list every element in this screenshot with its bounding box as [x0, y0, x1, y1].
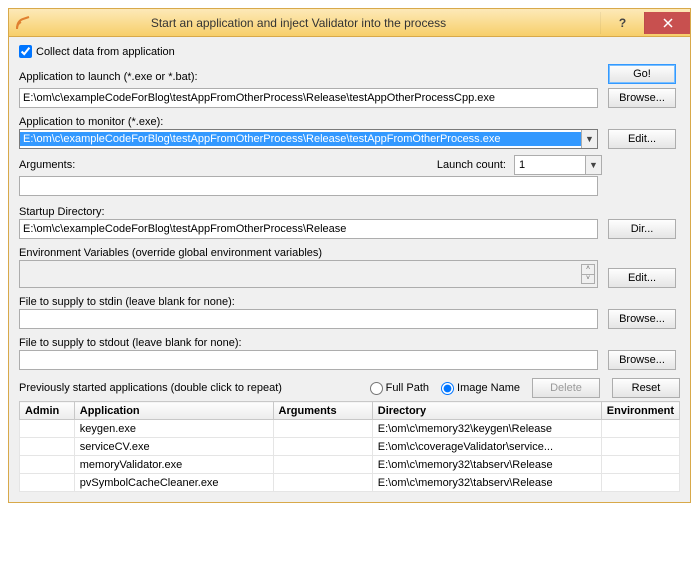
- delete-button: Delete: [532, 378, 600, 398]
- chevron-down-icon[interactable]: ˅: [581, 274, 595, 284]
- arguments-input[interactable]: [19, 176, 598, 196]
- stdin-input[interactable]: [19, 309, 598, 329]
- path-radio-group: Full Path Image Name: [370, 382, 520, 395]
- fullpath-radio-label: Full Path: [386, 382, 429, 394]
- client-area: Collect data from application Applicatio…: [9, 37, 690, 502]
- chevron-down-icon[interactable]: ▼: [581, 130, 597, 148]
- table-row[interactable]: serviceCV.exe E:\om\c\coverageValidator\s…: [20, 438, 680, 456]
- stdout-label: File to supply to stdout (leave blank fo…: [19, 337, 680, 349]
- col-arguments[interactable]: Arguments: [273, 402, 372, 420]
- env-label: Environment Variables (override global e…: [19, 247, 680, 259]
- prev-apps-label: Previously started applications (double …: [19, 382, 282, 394]
- chevron-down-icon[interactable]: ▼: [585, 156, 601, 174]
- col-application[interactable]: Application: [74, 402, 273, 420]
- cell-args: [273, 474, 372, 492]
- cell-dir: E:\om\c\coverageValidator\service...: [372, 438, 601, 456]
- go-button[interactable]: Go!: [608, 64, 676, 84]
- table-row[interactable]: memoryValidator.exe E:\om\c\memory32\tabs…: [20, 456, 680, 474]
- cell-dir: E:\om\c\memory32\keygen\Release: [372, 420, 601, 438]
- app-monitor-label: Application to monitor (*.exe):: [19, 116, 680, 128]
- env-variables-box[interactable]: ˄ ˅: [19, 260, 598, 288]
- edit-monitor-button[interactable]: Edit...: [608, 129, 676, 149]
- table-row[interactable]: keygen.exe E:\om\c\memory32\keygen\Releas…: [20, 420, 680, 438]
- stdout-input[interactable]: [19, 350, 598, 370]
- app-monitor-combo[interactable]: E:\om\c\exampleCodeForBlog\testAppFromOt…: [19, 129, 598, 149]
- startup-dir-input[interactable]: [19, 219, 598, 239]
- dialog-window: Start an application and inject Validato…: [8, 8, 691, 503]
- stdin-label: File to supply to stdin (leave blank for…: [19, 296, 680, 308]
- table-header-row: Admin Application Arguments Directory En…: [20, 402, 680, 420]
- prev-apps-table[interactable]: Admin Application Arguments Directory En…: [19, 401, 680, 492]
- col-environment[interactable]: Environment: [601, 402, 679, 420]
- cell-app: pvSymbolCacheCleaner.exe: [74, 474, 273, 492]
- app-launch-label: Application to launch (*.exe or *.bat):: [19, 71, 598, 83]
- titlebar: Start an application and inject Validato…: [9, 9, 690, 37]
- imagename-radio-label: Image Name: [457, 382, 520, 394]
- cell-app: keygen.exe: [74, 420, 273, 438]
- cell-env: [601, 474, 679, 492]
- cell-dir: E:\om\c\memory32\tabserv\Release: [372, 456, 601, 474]
- col-admin[interactable]: Admin: [20, 402, 75, 420]
- cell-args: [273, 420, 372, 438]
- app-monitor-value: E:\om\c\exampleCodeForBlog\testAppFromOt…: [20, 132, 581, 146]
- edit-env-button[interactable]: Edit...: [608, 268, 676, 288]
- cell-admin: [20, 456, 75, 474]
- app-launch-input[interactable]: [19, 88, 598, 108]
- startup-dir-label: Startup Directory:: [19, 206, 680, 218]
- col-directory[interactable]: Directory: [372, 402, 601, 420]
- cell-env: [601, 456, 679, 474]
- cell-admin: [20, 420, 75, 438]
- browse-stdin-button[interactable]: Browse...: [608, 309, 676, 329]
- cell-args: [273, 456, 372, 474]
- fullpath-radio[interactable]: [370, 382, 383, 395]
- cell-admin: [20, 474, 75, 492]
- app-icon: [15, 15, 31, 31]
- collect-data-label: Collect data from application: [36, 46, 175, 58]
- help-button[interactable]: ?: [600, 12, 644, 34]
- cell-app: memoryValidator.exe: [74, 456, 273, 474]
- collect-data-checkbox[interactable]: [19, 45, 32, 58]
- imagename-radio[interactable]: [441, 382, 454, 395]
- window-title: Start an application and inject Validato…: [37, 16, 600, 30]
- launch-count-value: 1: [515, 158, 585, 172]
- table-row[interactable]: pvSymbolCacheCleaner.exe E:\om\c\memory32…: [20, 474, 680, 492]
- cell-env: [601, 420, 679, 438]
- reset-button[interactable]: Reset: [612, 378, 680, 398]
- dir-button[interactable]: Dir...: [608, 219, 676, 239]
- browse-stdout-button[interactable]: Browse...: [608, 350, 676, 370]
- cell-env: [601, 438, 679, 456]
- close-button[interactable]: [644, 12, 690, 34]
- cell-app: serviceCV.exe: [74, 438, 273, 456]
- browse-launch-button[interactable]: Browse...: [608, 88, 676, 108]
- chevron-up-icon[interactable]: ˄: [581, 264, 595, 274]
- cell-dir: E:\om\c\memory32\tabserv\Release: [372, 474, 601, 492]
- cell-args: [273, 438, 372, 456]
- arguments-label: Arguments:: [19, 159, 431, 171]
- launch-count-label: Launch count:: [437, 159, 506, 171]
- cell-admin: [20, 438, 75, 456]
- env-spinner[interactable]: ˄ ˅: [581, 264, 595, 284]
- launch-count-combo[interactable]: 1 ▼: [514, 155, 602, 175]
